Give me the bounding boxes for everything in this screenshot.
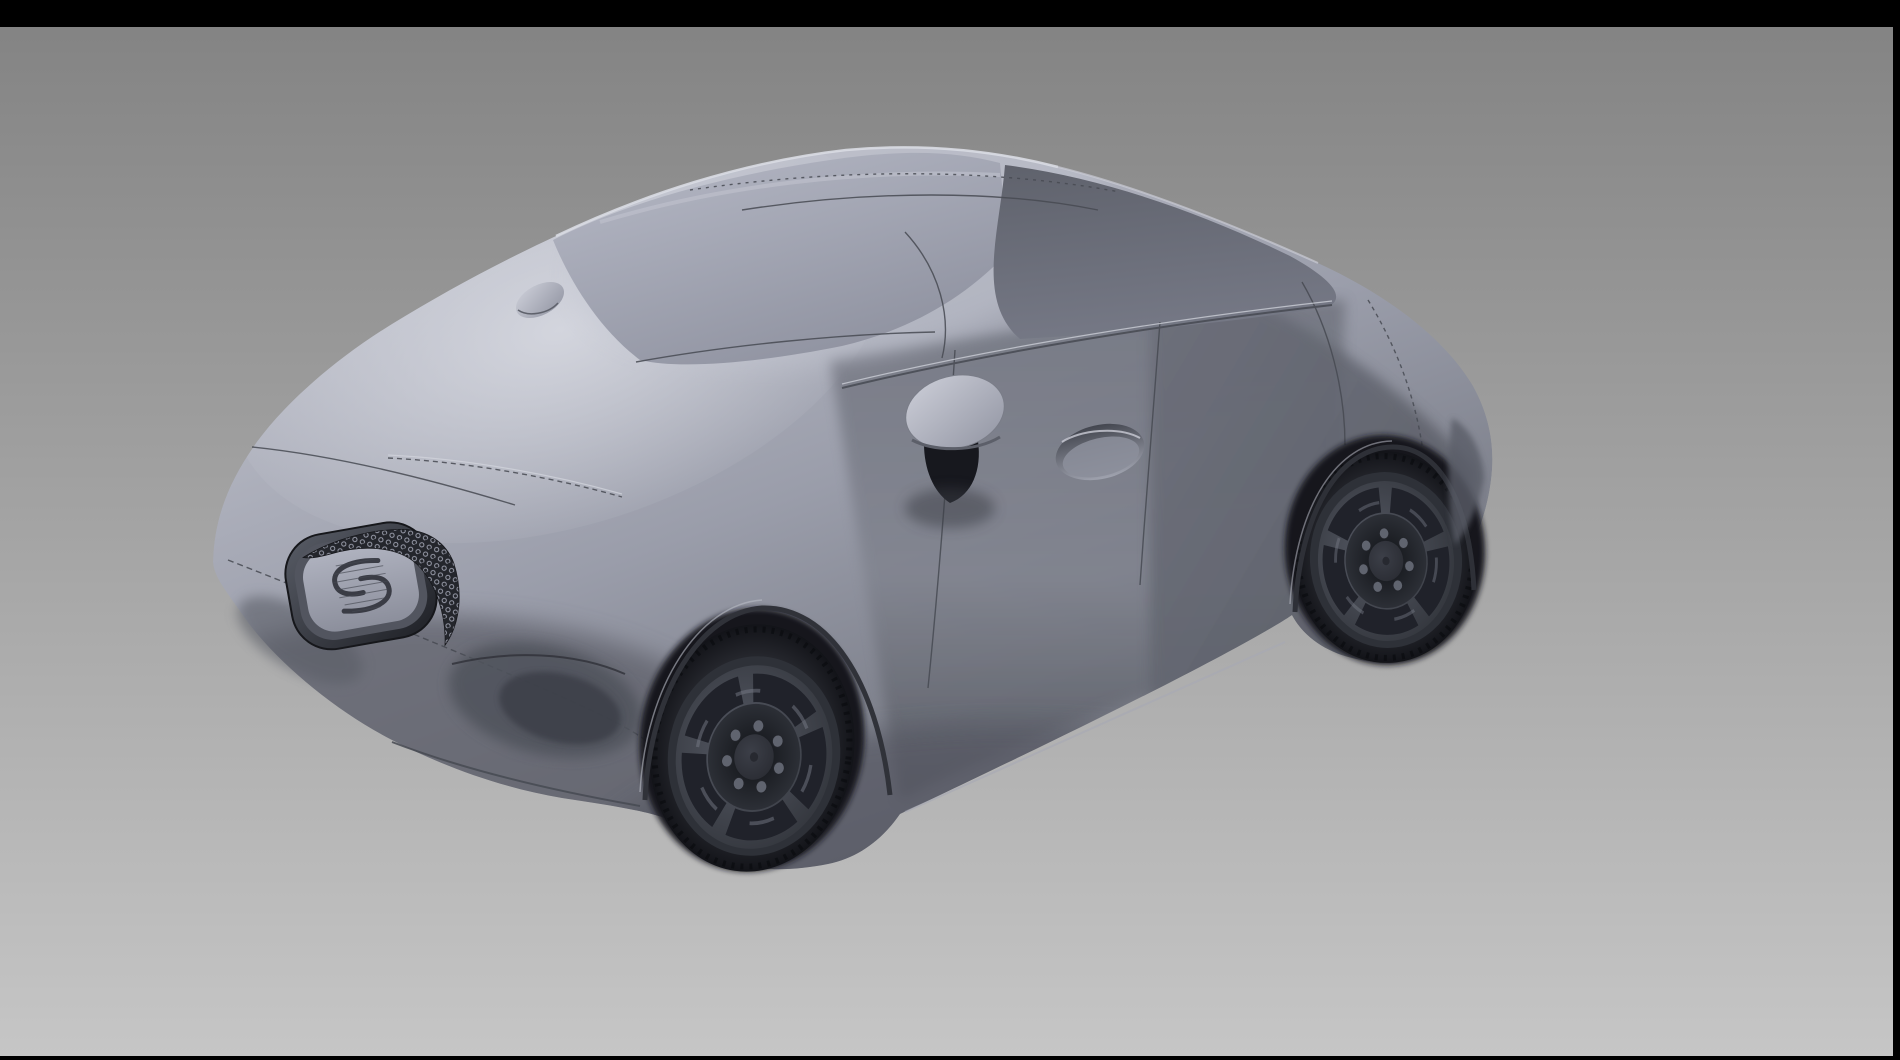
bottom-bar bbox=[0, 1056, 1900, 1060]
3d-viewport[interactable] bbox=[0, 0, 1900, 1060]
top-bar bbox=[0, 0, 1900, 27]
application-window bbox=[0, 0, 1900, 1060]
mirror-shadow bbox=[905, 488, 995, 528]
right-bar bbox=[1893, 0, 1900, 1060]
